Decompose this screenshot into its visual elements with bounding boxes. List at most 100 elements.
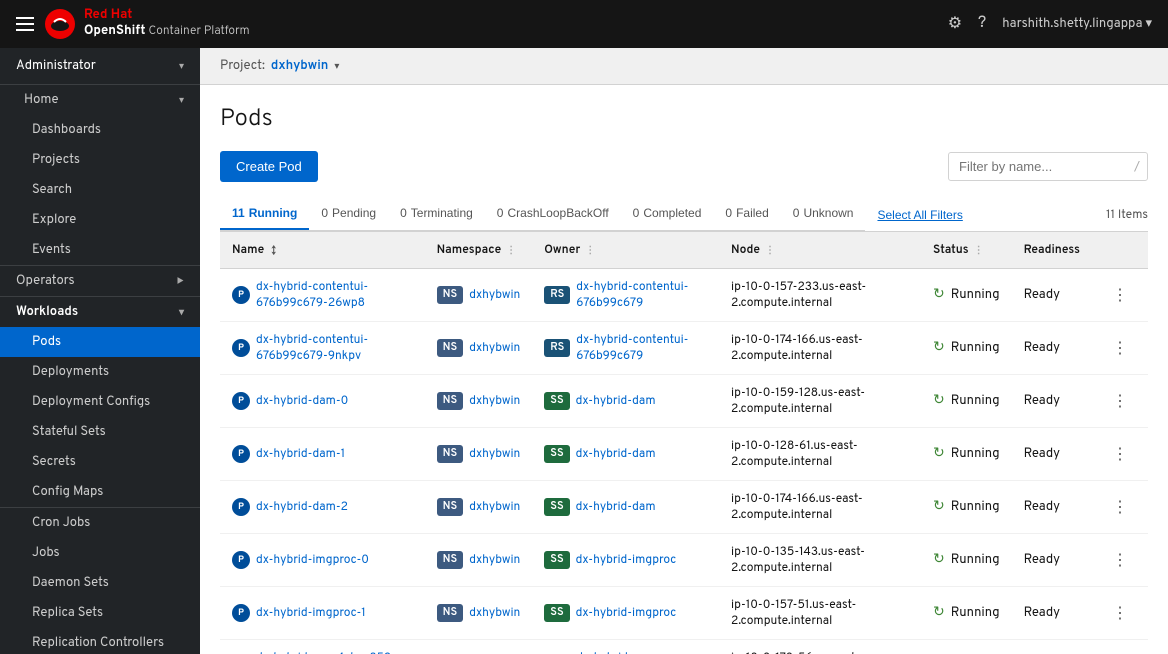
pod-kebab-menu[interactable]: ⋮ <box>1104 281 1136 309</box>
filter-tab-running[interactable]: 11 Running <box>220 198 309 230</box>
namespace-link[interactable]: dxhybwin <box>469 499 520 515</box>
sidebar-item-secrets[interactable]: Secrets <box>0 447 200 477</box>
col-header-node[interactable]: Node ⋮ <box>719 232 921 269</box>
sidebar-item-daemon-sets[interactable]: Daemon Sets <box>0 568 200 598</box>
filter-tab-crashloopbackoff[interactable]: 0 CrashLoopBackOff <box>485 198 621 230</box>
pod-kebab-menu[interactable]: ⋮ <box>1104 493 1136 521</box>
col-header-owner[interactable]: Owner ⋮ <box>532 232 719 269</box>
table-row: P dx-hybrid-dam-2 NS dxhybwin SS dx-hybr… <box>220 481 1148 534</box>
pod-namespace-cell: NS dxhybwin <box>425 428 533 481</box>
sidebar-item-stateful-sets[interactable]: Stateful Sets <box>0 417 200 447</box>
readiness-text: Ready <box>1024 605 1060 621</box>
sidebar-role-selector[interactable]: Administrator ▾ <box>0 48 200 85</box>
filter-tab-unknown[interactable]: 0 Unknown <box>781 198 866 230</box>
namespace-link[interactable]: dxhybwin <box>469 446 520 462</box>
col-header-readiness[interactable]: Readiness <box>1012 232 1092 269</box>
owner-link[interactable]: dx-hybrid-contentui-676b99c679 <box>576 279 707 311</box>
namespace-badge: NS <box>437 286 464 304</box>
pod-namespace-cell: NS dxhybwin <box>425 640 533 654</box>
owner-link[interactable]: dx-hybrid-dam <box>576 446 656 462</box>
pod-readiness-cell: Ready <box>1012 587 1092 640</box>
table-row: P dx-hybrid-op-c4cbcc859-d7pf6 NS dxhybw… <box>220 640 1148 654</box>
pod-name-cell: P dx-hybrid-contentui-676b99c679-9nkpv <box>220 322 425 375</box>
pod-name-link[interactable]: dx-hybrid-imgproc-0 <box>256 552 369 568</box>
user-menu[interactable]: harshith.shetty.lingappa ▾ <box>1002 16 1152 32</box>
readiness-text: Ready <box>1024 446 1060 462</box>
sidebar-item-deployments[interactable]: Deployments <box>0 357 200 387</box>
pod-readiness-cell: Ready <box>1012 640 1092 654</box>
pod-kebab-menu[interactable]: ⋮ <box>1104 546 1136 574</box>
select-all-filters-button[interactable]: Select All Filters <box>865 200 974 230</box>
table-row: P dx-hybrid-dam-1 NS dxhybwin SS dx-hybr… <box>220 428 1148 481</box>
pod-kebab-menu[interactable]: ⋮ <box>1104 599 1136 627</box>
col-header-name[interactable]: Name ↕ <box>220 232 425 269</box>
pod-readiness-cell: Ready <box>1012 428 1092 481</box>
filter-input[interactable] <box>948 152 1148 181</box>
pod-owner-cell: RS dx-hybrid-op-c4cbcc859 <box>532 640 719 654</box>
pod-kebab-menu[interactable]: ⋮ <box>1104 387 1136 415</box>
pod-name-link[interactable]: dx-hybrid-op-c4cbcc859-d7pf6 <box>256 650 413 654</box>
namespace-link[interactable]: dxhybwin <box>469 552 520 568</box>
status-text: Running <box>951 393 1000 409</box>
sidebar-item-operators[interactable]: Operators ▶ <box>0 266 200 296</box>
pod-node-cell: ip-10-0-174-166.us-east-2.compute.intern… <box>719 322 921 375</box>
owner-link[interactable]: dx-hybrid-dam <box>576 393 656 409</box>
pod-node-cell: ip-10-0-128-61.us-east-2.compute.interna… <box>719 428 921 481</box>
pod-node-cell: ip-10-0-157-51.us-east-2.compute.interna… <box>719 587 921 640</box>
sidebar-item-config-maps[interactable]: Config Maps <box>0 477 200 507</box>
pod-name-link[interactable]: dx-hybrid-contentui-676b99c679-9nkpv <box>256 332 413 364</box>
sidebar-item-pods[interactable]: Pods <box>0 327 200 357</box>
node-text: ip-10-0-128-61.us-east-2.compute.interna… <box>731 438 858 470</box>
owner-link[interactable]: dx-hybrid-imgproc <box>576 552 677 568</box>
create-pod-button[interactable]: Create Pod <box>220 151 318 182</box>
pod-name-link[interactable]: dx-hybrid-dam-1 <box>256 446 345 462</box>
sidebar-item-dashboards[interactable]: Dashboards <box>0 115 200 145</box>
filter-tab-pending[interactable]: 0 Pending <box>309 198 388 230</box>
project-dropdown-icon[interactable]: ▾ <box>334 60 339 73</box>
sidebar-item-projects[interactable]: Projects <box>0 145 200 175</box>
filter-tab-terminating[interactable]: 0 Terminating <box>388 198 485 230</box>
pod-kebab-menu[interactable]: ⋮ <box>1104 334 1136 362</box>
sidebar-item-search[interactable]: Search <box>0 175 200 205</box>
sidebar-item-workloads[interactable]: Workloads ▾ <box>0 297 200 327</box>
sidebar-item-home[interactable]: Home ▾ <box>0 85 200 115</box>
filter-tabs: 11 Running0 Pending0 Terminating0 CrashL… <box>220 198 865 231</box>
settings-icon[interactable]: ⚙ <box>948 13 962 35</box>
pod-name-link[interactable]: dx-hybrid-dam-2 <box>256 499 348 515</box>
sidebar-item-deployment-configs[interactable]: Deployment Configs <box>0 387 200 417</box>
filter-tab-failed[interactable]: 0 Failed <box>713 198 780 230</box>
project-label: Project: <box>220 58 265 74</box>
chevron-down-icon: ▾ <box>179 60 184 73</box>
namespace-link[interactable]: dxhybwin <box>469 393 520 409</box>
pod-owner-cell: SS dx-hybrid-dam <box>532 428 719 481</box>
namespace-link[interactable]: dxhybwin <box>469 605 520 621</box>
hamburger-menu[interactable] <box>16 17 34 31</box>
namespace-link[interactable]: dxhybwin <box>469 340 520 356</box>
pod-name-link[interactable]: dx-hybrid-contentui-676b99c679-26wp8 <box>256 279 413 311</box>
table-row: P dx-hybrid-dam-0 NS dxhybwin SS dx-hybr… <box>220 375 1148 428</box>
pod-kebab-menu[interactable]: ⋮ <box>1104 440 1136 468</box>
project-bar: Project: dxhybwin ▾ <box>200 48 1168 85</box>
pod-name-link[interactable]: dx-hybrid-dam-0 <box>256 393 348 409</box>
filter-tab-completed[interactable]: 0 Completed <box>621 198 714 230</box>
sidebar-item-replication-controllers[interactable]: Replication Controllers <box>0 628 200 654</box>
sidebar-item-events[interactable]: Events <box>0 235 200 265</box>
pod-name-link[interactable]: dx-hybrid-imgproc-1 <box>256 605 366 621</box>
help-icon[interactable]: ? <box>978 14 986 34</box>
toolbar: Create Pod / <box>220 151 1148 182</box>
pod-node-cell: ip-10-0-135-143.us-east-2.compute.intern… <box>719 534 921 587</box>
namespace-link[interactable]: dxhybwin <box>469 287 520 303</box>
col-header-namespace[interactable]: Namespace ⋮ <box>425 232 533 269</box>
sidebar-item-replica-sets[interactable]: Replica Sets <box>0 598 200 628</box>
project-name[interactable]: dxhybwin <box>271 58 328 74</box>
sidebar-item-jobs[interactable]: Jobs <box>0 538 200 568</box>
col-header-status[interactable]: Status ⋮ <box>921 232 1012 269</box>
owner-link[interactable]: dx-hybrid-contentui-676b99c679 <box>576 332 707 364</box>
owner-link[interactable]: dx-hybrid-dam <box>576 499 656 515</box>
namespace-badge: NS <box>437 604 464 622</box>
brand-name: Red Hat OpenShift Container Platform <box>84 8 250 39</box>
sidebar-item-explore[interactable]: Explore <box>0 205 200 235</box>
owner-link[interactable]: dx-hybrid-op-c4cbcc859 <box>576 650 707 654</box>
owner-link[interactable]: dx-hybrid-imgproc <box>576 605 677 621</box>
sidebar-item-cron-jobs[interactable]: Cron Jobs <box>0 508 200 538</box>
